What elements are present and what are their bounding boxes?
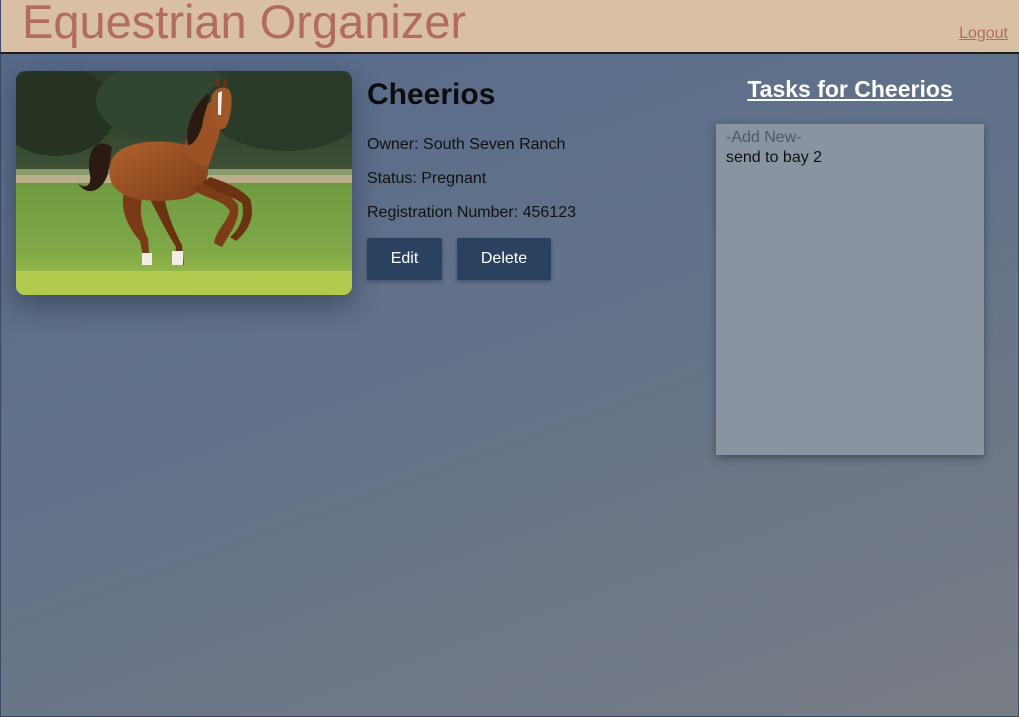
task-item[interactable]: send to bay 2	[726, 148, 974, 168]
horse-status: Status: Pregnant	[367, 170, 487, 187]
tasks-list: -Add New- send to bay 2	[716, 124, 984, 455]
edit-button[interactable]: Edit	[367, 238, 442, 280]
add-new-task[interactable]: -Add New-	[726, 128, 974, 148]
tasks-heading: Tasks for Cheerios	[747, 76, 953, 102]
horse-name: Cheerios	[367, 78, 496, 111]
horse-photo-icon	[16, 71, 352, 295]
horse-photo	[16, 71, 352, 295]
horse-registration-number: Registration Number: 456123	[367, 204, 577, 221]
horse-owner: Owner: South Seven Ranch	[367, 136, 566, 153]
app-title: Equestrian Organizer	[22, 0, 467, 48]
app-header: Equestrian Organizer Logout	[0, 0, 1019, 54]
delete-button[interactable]: Delete	[457, 238, 551, 280]
logout-link[interactable]: Logout	[959, 25, 1008, 43]
